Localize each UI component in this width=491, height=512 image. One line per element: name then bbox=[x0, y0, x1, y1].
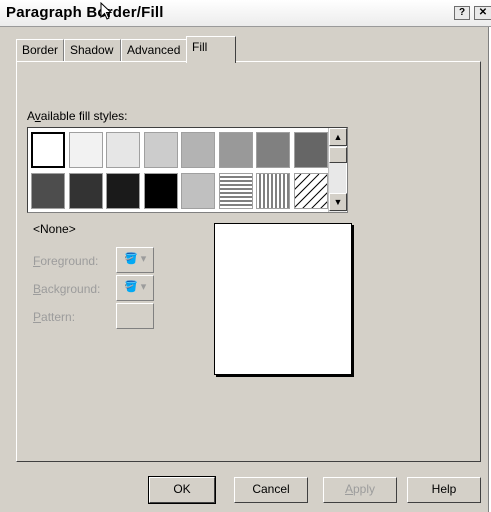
fill-swatch-horizontal-lines[interactable] bbox=[218, 173, 254, 210]
fill-swatch-diagonal-lines[interactable] bbox=[264, 173, 364, 211]
window-title: Paragraph Border/Fill bbox=[6, 4, 164, 21]
scroll-down-button[interactable]: ▼ bbox=[329, 193, 347, 211]
fill-swatch-gray-40[interactable] bbox=[218, 132, 253, 168]
close-icon: ✕ bbox=[478, 7, 488, 18]
mouse-cursor-icon bbox=[100, 2, 112, 20]
fill-swatch-gray-30[interactable] bbox=[181, 132, 215, 168]
vertical-lines-pattern-icon bbox=[259, 174, 289, 210]
paint-bucket-icon: 🪣 bbox=[124, 281, 138, 293]
tab-advanced[interactable]: Advanced bbox=[121, 39, 187, 62]
selected-fill-name: <None> bbox=[33, 222, 76, 236]
fill-swatch-gray-50[interactable] bbox=[256, 132, 290, 168]
fill-swatch-black[interactable] bbox=[143, 173, 178, 209]
help-title-button[interactable]: ? bbox=[454, 6, 470, 20]
tab-border[interactable]: Border bbox=[16, 39, 64, 62]
close-title-button[interactable]: ✕ bbox=[474, 6, 491, 20]
question-mark-icon: ? bbox=[458, 7, 466, 18]
scroll-up-button[interactable]: ▲ bbox=[329, 128, 347, 146]
fill-swatch-none[interactable] bbox=[31, 132, 65, 168]
fill-swatch-vertical-lines[interactable] bbox=[256, 173, 290, 210]
pattern-label: Pattern: bbox=[33, 310, 76, 324]
apply-button[interactable]: Apply bbox=[323, 477, 397, 503]
cancel-button[interactable]: Cancel bbox=[234, 477, 308, 503]
fill-styles-grid[interactable] bbox=[27, 127, 364, 213]
pattern-selector[interactable] bbox=[116, 303, 154, 329]
horizontal-lines-pattern-icon bbox=[219, 176, 254, 210]
scroll-thumb[interactable] bbox=[329, 147, 347, 163]
fill-swatch-gray-20[interactable] bbox=[143, 132, 178, 168]
fill-swatch-gray-90[interactable] bbox=[106, 173, 140, 209]
help-button[interactable]: Help bbox=[407, 477, 481, 503]
foreground-label: Foreground: bbox=[33, 254, 99, 268]
foreground-color-button[interactable]: 🪣 ▾ bbox=[116, 247, 154, 273]
fill-swatch-gray-10[interactable] bbox=[106, 132, 140, 168]
diagonal-lines-pattern-icon bbox=[264, 173, 364, 211]
background-color-button[interactable]: 🪣 ▾ bbox=[116, 275, 154, 301]
fill-swatch-gray-80[interactable] bbox=[68, 173, 103, 209]
tab-fill[interactable]: Fill bbox=[186, 36, 236, 63]
fill-swatch-gray-60[interactable] bbox=[293, 132, 328, 168]
fill-styles-scrollbar[interactable]: ▲ ▼ bbox=[328, 128, 347, 212]
fill-preview bbox=[214, 223, 352, 375]
fill-swatch-gray-5[interactable] bbox=[68, 132, 103, 168]
paint-bucket-icon: 🪣 bbox=[124, 253, 138, 265]
title-bar: Paragraph Border/Fill ? ✕ bbox=[0, 0, 491, 27]
tab-shadow[interactable]: Shadow bbox=[64, 39, 121, 62]
chevron-up-icon: ▲ bbox=[333, 132, 343, 142]
fill-swatch-gray-25[interactable] bbox=[181, 173, 215, 209]
background-label: Background: bbox=[33, 282, 101, 296]
ok-button[interactable]: OK bbox=[148, 476, 216, 504]
available-fill-styles-label: Available fill styles: bbox=[27, 109, 128, 123]
fill-swatch-gray-70[interactable] bbox=[31, 173, 65, 209]
chevron-down-icon: ▾ bbox=[140, 253, 147, 265]
chevron-down-icon: ▾ bbox=[140, 281, 147, 293]
chevron-down-icon: ▼ bbox=[333, 197, 343, 207]
